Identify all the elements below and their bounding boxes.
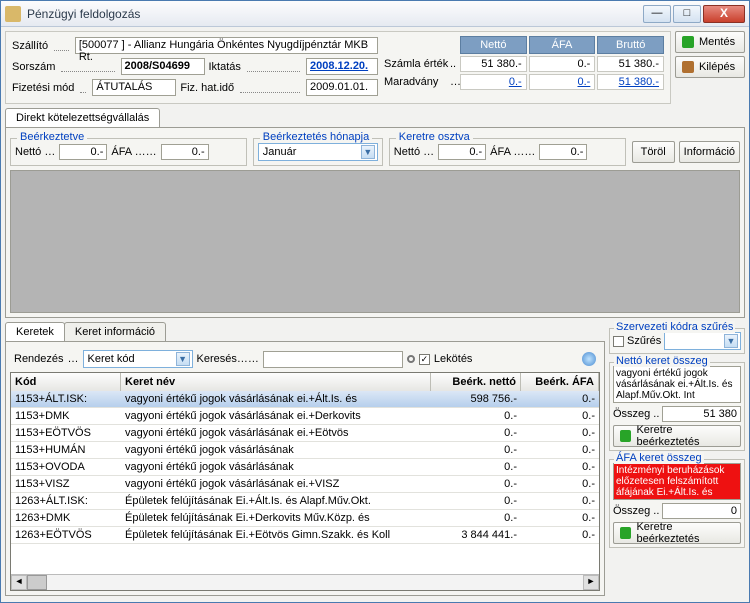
budget-table: Kód Keret név Beérk. nettó Beérk. ÁFA 11… bbox=[10, 372, 600, 591]
chevron-down-icon: ▼ bbox=[724, 334, 738, 348]
h-scrollbar[interactable]: ◄► bbox=[11, 574, 599, 590]
netbox-sum[interactable]: 51 380 bbox=[662, 406, 741, 422]
delete-button[interactable]: Töröl bbox=[632, 141, 675, 163]
received-vat: 0.- bbox=[161, 144, 209, 160]
chevron-down-icon: ▼ bbox=[176, 352, 190, 366]
table-row[interactable]: 1153+VISZvagyoni értékű jogok vásárlásán… bbox=[11, 476, 599, 493]
invoice-label: Számla érték bbox=[384, 58, 450, 70]
remain-label: Maradvány bbox=[384, 76, 450, 88]
table-row[interactable]: 1263+ÁLT.ISK:Épületek felújításának Ei.+… bbox=[11, 493, 599, 510]
check-icon bbox=[620, 527, 631, 539]
invoice-gross: 51 380.- bbox=[597, 56, 664, 72]
split-legend: Keretre osztva bbox=[396, 131, 473, 143]
app-icon bbox=[5, 6, 21, 22]
reg-label: Iktatás bbox=[209, 61, 241, 73]
split-net: 0.- bbox=[438, 144, 486, 160]
netbox-desc: vagyoni értékű jogok vásárlásának ei.+Ál… bbox=[613, 366, 741, 403]
remain-net[interactable]: 0.- bbox=[460, 74, 527, 90]
check-icon bbox=[682, 36, 694, 48]
filter-checkbox[interactable] bbox=[613, 336, 624, 347]
vatbox-legend: ÁFA keret összeg bbox=[614, 452, 704, 464]
window: Pénzügyi feldolgozás — □ X Szállító [500… bbox=[0, 0, 750, 603]
col-gross: Bruttó bbox=[597, 36, 664, 54]
supplier-field[interactable]: [500077 ] - Allianz Hungária Önkéntes Ny… bbox=[75, 37, 378, 54]
orgfilter-select[interactable]: ▼ bbox=[664, 332, 741, 350]
titlebar[interactable]: Pénzügyi feldolgozás — □ X bbox=[1, 1, 749, 27]
exit-button[interactable]: Kilépés bbox=[675, 56, 745, 78]
info-icon[interactable] bbox=[582, 352, 596, 366]
remain-vat[interactable]: 0.- bbox=[529, 74, 596, 90]
orgfilter-legend: Szervezeti kódra szűrés bbox=[614, 321, 735, 333]
month-legend: Beérkeztetés hónapja bbox=[260, 131, 372, 143]
chevron-down-icon: ▼ bbox=[361, 145, 375, 159]
table-row[interactable]: 1153+HUMÁNvagyoni értékű jogok vásárlásá… bbox=[11, 442, 599, 459]
table-row[interactable]: 1263+EÖTVÖSÉpületek felújításának Ei.+Eö… bbox=[11, 527, 599, 544]
search-input[interactable] bbox=[263, 351, 403, 368]
netbox-legend: Nettó keret összeg bbox=[614, 355, 710, 367]
info-button[interactable]: Információ bbox=[679, 141, 740, 163]
tab-keretek[interactable]: Keretek bbox=[5, 322, 65, 341]
seq-field[interactable]: 2008/S04699 bbox=[121, 58, 205, 75]
apply-vat-button[interactable]: Keretre beérkeztetés bbox=[613, 522, 741, 544]
save-button[interactable]: Mentés bbox=[675, 31, 745, 53]
table-row[interactable]: 1153+DMKvagyoni értékű jogok vásárlásána… bbox=[11, 408, 599, 425]
exit-icon bbox=[682, 61, 694, 73]
header-form: Szállító [500077 ] - Allianz Hungária Ön… bbox=[5, 31, 671, 104]
table-row[interactable]: 1153+EÖTVÖSvagyoni értékű jogok vásárlás… bbox=[11, 425, 599, 442]
seq-label: Sorszám bbox=[12, 61, 55, 73]
remain-gross[interactable]: 51 380.- bbox=[597, 74, 664, 90]
split-vat: 0.- bbox=[539, 144, 587, 160]
tab-keretinfo[interactable]: Keret információ bbox=[64, 322, 166, 341]
col-beerknet[interactable]: Beérk. nettó bbox=[431, 373, 521, 391]
col-beerkvat[interactable]: Beérk. ÁFA bbox=[521, 373, 599, 391]
vatbox-sum[interactable]: 0 bbox=[662, 503, 741, 519]
pay-label: Fizetési mód bbox=[12, 82, 74, 94]
commitment-grid[interactable] bbox=[10, 170, 740, 313]
sort-select[interactable]: Keret kód▼ bbox=[83, 350, 193, 368]
invoice-vat: 0.- bbox=[529, 56, 596, 72]
vatbox-desc: Intézményi beruházások előzetesen felszá… bbox=[613, 463, 741, 500]
col-vat: ÁFA bbox=[529, 36, 596, 54]
reg-date[interactable]: 2008.12.20. bbox=[306, 58, 378, 75]
invoice-net: 51 380.- bbox=[460, 56, 527, 72]
due-label: Fiz. hat.idő bbox=[180, 82, 234, 94]
search-icon[interactable] bbox=[407, 355, 415, 363]
col-net: Nettó bbox=[460, 36, 527, 54]
month-select[interactable]: Január▼ bbox=[258, 143, 378, 161]
table-row[interactable]: 1153+ÁLT.ISK:vagyoni értékű jogok vásárl… bbox=[11, 391, 599, 408]
table-row[interactable]: 1153+OVODAvagyoni értékű jogok vásárlásá… bbox=[11, 459, 599, 476]
window-title: Pénzügyi feldolgozás bbox=[27, 7, 641, 21]
minimize-button[interactable]: — bbox=[643, 5, 671, 23]
bind-checkbox[interactable]: ✓ bbox=[419, 354, 430, 365]
apply-net-button[interactable]: Keretre beérkeztetés bbox=[613, 425, 741, 447]
col-name[interactable]: Keret név bbox=[121, 373, 431, 391]
check-icon bbox=[620, 430, 631, 442]
close-button[interactable]: X bbox=[703, 5, 745, 23]
search-label: Keresés…… bbox=[197, 353, 259, 365]
col-code[interactable]: Kód bbox=[11, 373, 121, 391]
received-net: 0.- bbox=[59, 144, 107, 160]
sort-label: Rendezés bbox=[14, 353, 64, 365]
due-date[interactable]: 2009.01.01. bbox=[306, 79, 378, 96]
received-legend: Beérkeztetve bbox=[17, 131, 87, 143]
supplier-label: Szállító bbox=[12, 40, 48, 52]
table-row[interactable]: 1263+DMKÉpületek felújításának Ei.+Derko… bbox=[11, 510, 599, 527]
maximize-button[interactable]: □ bbox=[673, 5, 701, 23]
pay-field[interactable]: ÁTUTALÁS bbox=[92, 79, 176, 96]
tab-direct[interactable]: Direkt kötelezettségvállalás bbox=[5, 108, 160, 127]
